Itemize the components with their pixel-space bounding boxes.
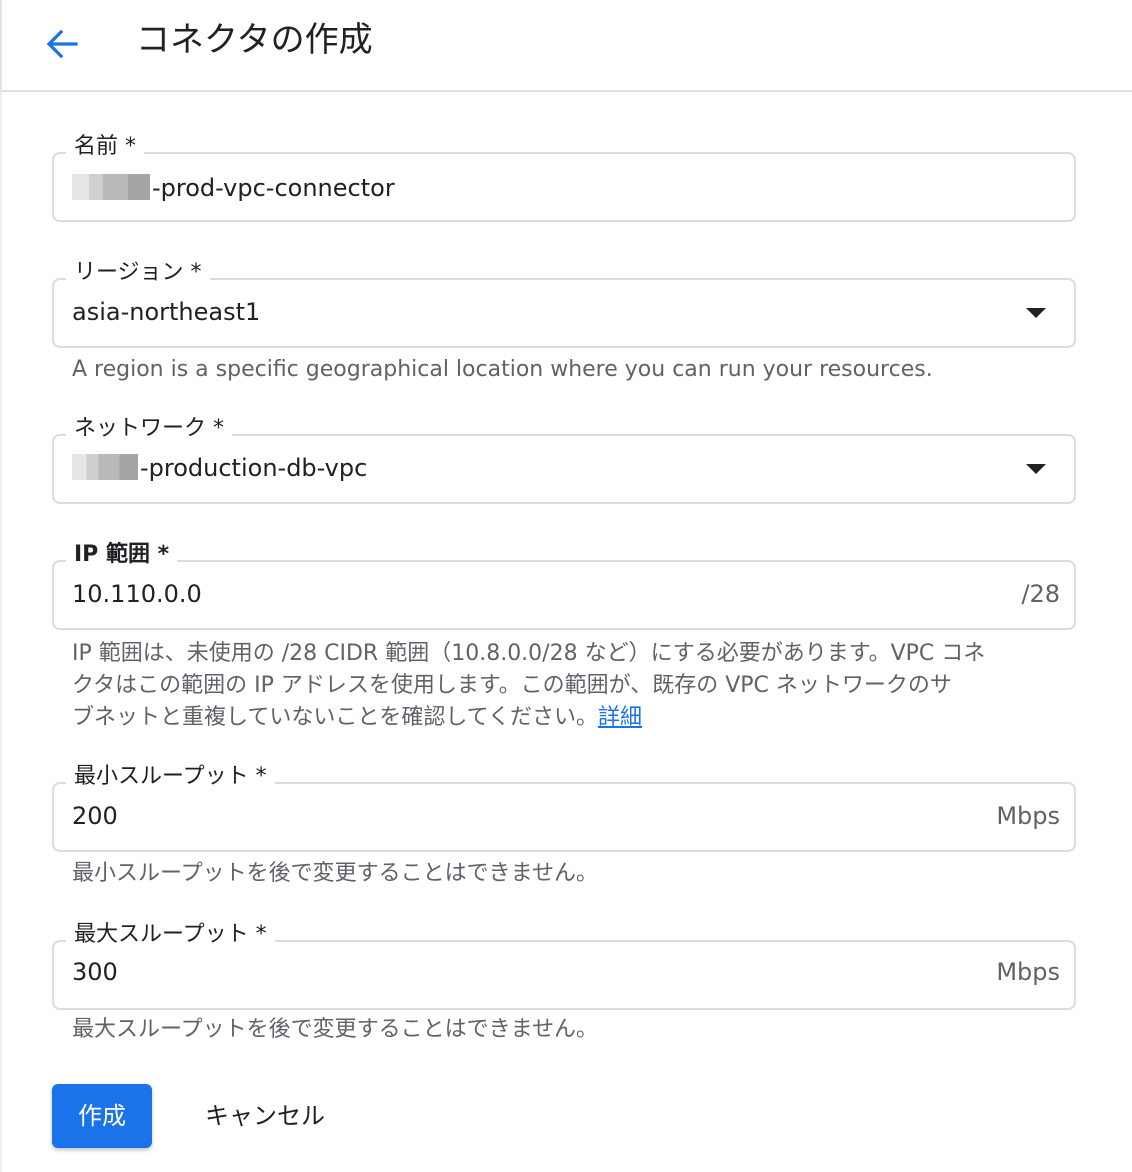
ip-range-suffix: /28 xyxy=(1021,580,1060,608)
create-button[interactable]: 作成 xyxy=(52,1084,152,1148)
learn-more-link[interactable]: 詳細 xyxy=(598,705,642,730)
min-throughput-value: 200 xyxy=(72,802,118,830)
cancel-button[interactable]: キャンセル xyxy=(180,1084,350,1148)
max-throughput-unit: Mbps xyxy=(996,958,1060,986)
name-value: -prod-vpc-connector xyxy=(152,174,395,202)
ip-range-label: IP 範囲 * xyxy=(66,540,178,570)
network-value-wrap: -production-db-vpc xyxy=(72,450,367,486)
network-value: -production-db-vpc xyxy=(140,454,368,482)
min-throughput-hint: 最小スループットを後で変更することはできません。 xyxy=(72,861,599,886)
back-button[interactable] xyxy=(42,24,82,64)
min-throughput-label: 最小スループット * xyxy=(66,762,275,792)
max-throughput-value: 300 xyxy=(72,958,118,986)
min-throughput-field[interactable]: 最小スループット * 200 Mbps xyxy=(52,762,1076,852)
redacted-text xyxy=(72,454,138,480)
name-value-wrap: -prod-vpc-connector xyxy=(72,170,395,206)
ip-range-field[interactable]: IP 範囲 * 10.110.0.0 /28 xyxy=(52,540,1076,630)
region-select[interactable]: リージョン * asia-northeast1 xyxy=(52,258,1076,348)
redacted-text xyxy=(72,174,150,200)
arrow-back-icon xyxy=(46,29,78,59)
name-field[interactable]: 名前 * -prod-vpc-connector xyxy=(52,132,1076,222)
arrow-drop-down-icon[interactable] xyxy=(1026,464,1046,474)
min-throughput-unit: Mbps xyxy=(996,802,1060,830)
network-label: ネットワーク * xyxy=(66,414,232,444)
ip-range-hint-line: クタはこの範囲の IP アドレスを使用します。この範囲が、既存の VPC ネット… xyxy=(72,673,952,698)
max-throughput-hint: 最大スループットを後で変更することはできません。 xyxy=(72,1017,599,1042)
page-title: コネクタの作成 xyxy=(136,20,373,60)
ip-range-hint: IP 範囲は、未使用の /28 CIDR 範囲（10.8.0.0/28 など）に… xyxy=(72,638,1072,734)
max-throughput-field[interactable]: 最大スループット * 300 Mbps xyxy=(52,920,1076,1010)
ip-range-value: 10.110.0.0 xyxy=(72,580,202,608)
page-header: コネクタの作成 xyxy=(0,0,1132,92)
region-hint: A region is a specific geographical loca… xyxy=(72,357,933,382)
side-divider xyxy=(0,92,2,1172)
ip-range-hint-line: ブネットと重複していないことを確認してください。詳細 xyxy=(72,705,643,730)
region-value: asia-northeast1 xyxy=(72,298,261,326)
name-label: 名前 * xyxy=(66,132,144,162)
arrow-drop-down-icon[interactable] xyxy=(1026,308,1046,318)
max-throughput-label: 最大スループット * xyxy=(66,920,275,950)
ip-range-hint-line: IP 範囲は、未使用の /28 CIDR 範囲（10.8.0.0/28 など）に… xyxy=(72,641,986,666)
region-label: リージョン * xyxy=(66,258,210,288)
network-select[interactable]: ネットワーク * -production-db-vpc xyxy=(52,414,1076,504)
